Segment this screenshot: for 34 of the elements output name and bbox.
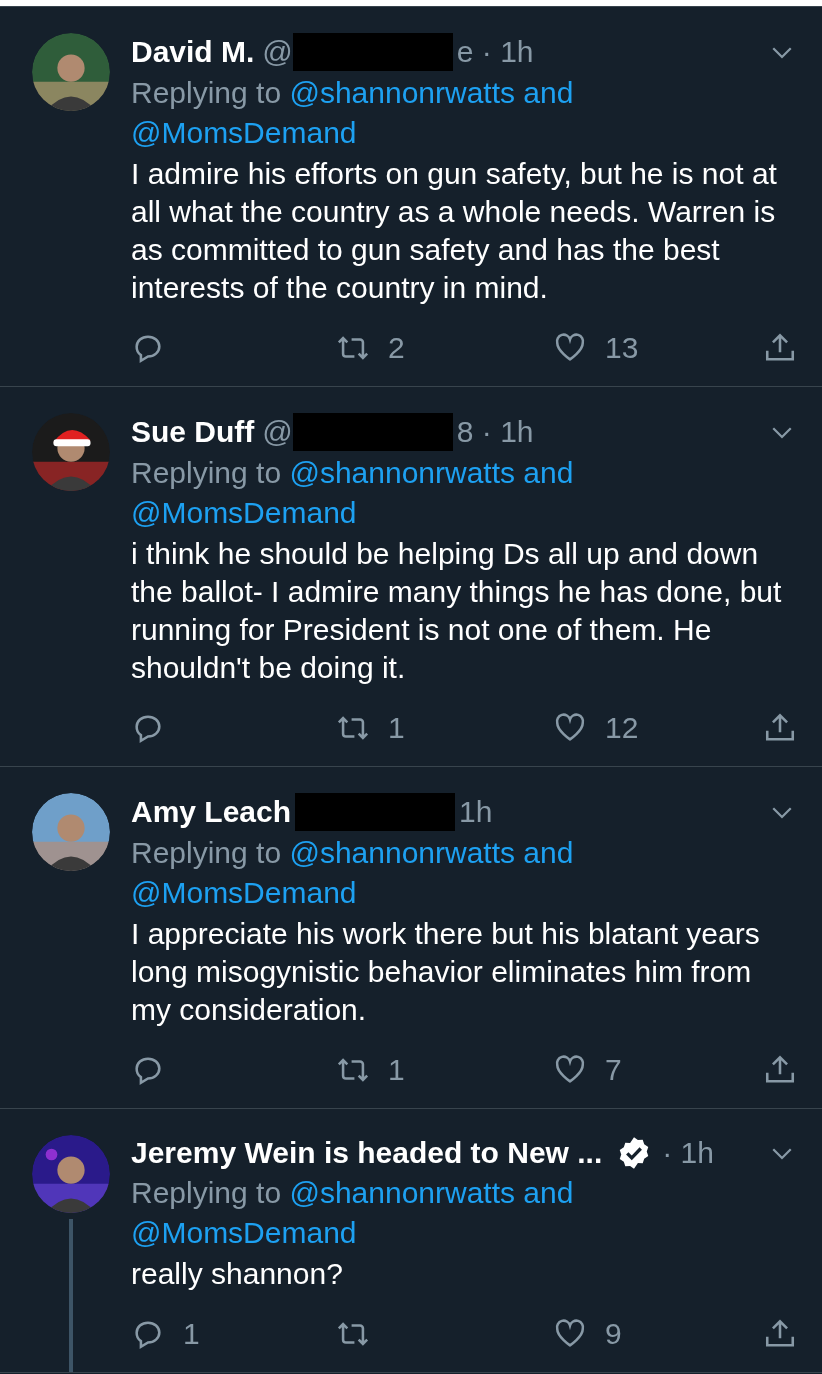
retweet-count: 1 <box>388 1052 405 1088</box>
mention-link[interactable]: @MomsDemand <box>131 1216 357 1249</box>
replying-to-label: Replying to <box>131 1176 283 1209</box>
tweet-time: · 1h <box>662 1135 714 1171</box>
tweet-text: i think he should be helping Ds all up and down the ballot- I admire many things he has done, but running for President is not one of them. He shouldn't be doing it. <box>131 536 783 686</box>
user-handle: @ <box>262 414 293 450</box>
replying-to-label: Replying to <box>131 76 283 109</box>
like-count: 13 <box>605 330 639 366</box>
like-count: 12 <box>605 710 639 746</box>
mention-link[interactable]: @shannonrwatts and <box>289 1176 574 1209</box>
mention-link[interactable]: @shannonrwatts and <box>289 456 574 489</box>
tweet-text: really shannon? <box>131 1256 344 1292</box>
tweet-text: I admire his efforts on gun safety, but he is not at all what the country as a whole needs. Warren is as committed to gun safety and has the best interests of the country in mind. <box>131 156 778 306</box>
tweet-time: 8 · 1h <box>456 414 534 450</box>
user-name: Jeremy Wein is headed to New ... <box>131 1135 603 1171</box>
mention-link[interactable]: @shannonrwatts and <box>289 76 574 109</box>
replying-to-label: Replying to <box>131 456 283 489</box>
like-count: 7 <box>605 1052 622 1088</box>
mention-link[interactable]: @MomsDemand <box>131 116 357 149</box>
replying-to-label: Replying to <box>131 836 283 869</box>
mention-link[interactable]: @MomsDemand <box>131 876 357 909</box>
reply-count: 1 <box>183 1316 200 1352</box>
retweet-count: 1 <box>388 710 405 746</box>
user-name: Sue Duff <box>131 414 255 450</box>
user-name: Amy Leach <box>131 794 292 830</box>
mention-link[interactable]: @shannonrwatts and <box>289 836 574 869</box>
user-handle: @ <box>262 34 293 70</box>
tweet-time: 1h <box>459 794 493 830</box>
tweet-time: e · 1h <box>456 34 534 70</box>
like-count: 9 <box>605 1316 622 1352</box>
retweet-count: 2 <box>388 330 405 366</box>
tweet-text: I appreciate his work there but his blatant years long misogynistic behavior eliminates him from my consideration. <box>131 916 761 1028</box>
mention-link[interactable]: @MomsDemand <box>131 496 357 529</box>
user-name: David M. <box>131 34 255 70</box>
